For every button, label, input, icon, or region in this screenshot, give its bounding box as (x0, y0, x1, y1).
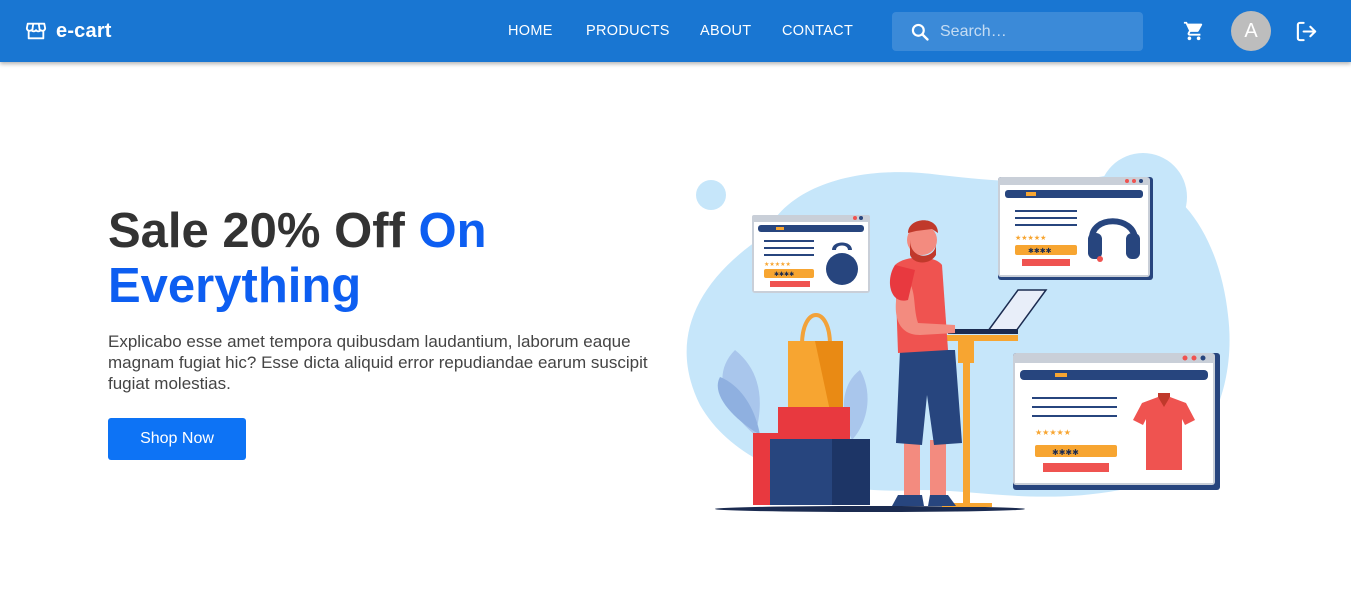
app-bar: e-cart HOME PRODUCTS ABOUT CONTACT A (0, 0, 1351, 62)
navy-box-side (832, 439, 870, 505)
card-rating-stars: ★★★★★ (1015, 234, 1046, 242)
brand[interactable]: e-cart (25, 19, 112, 43)
brand-name: e-cart (56, 19, 112, 42)
storefront-icon (25, 22, 47, 40)
desk-joint (958, 341, 974, 363)
hero-title: Sale 20% Off On Everything (108, 204, 668, 314)
hero-description: Explicabo esse amet tempora quibusdam la… (108, 332, 648, 393)
person-shoe-left (892, 495, 924, 506)
product-card-shirt: ★★★★★ ✱✱✱✱ (1013, 353, 1220, 490)
cart-icon[interactable] (1183, 20, 1205, 42)
shop-now-button[interactable]: Shop Now (108, 418, 246, 460)
search-icon (911, 23, 929, 41)
avatar[interactable]: A (1231, 11, 1271, 51)
card-rating-stars: ★★★★★ (764, 261, 791, 268)
nav-products[interactable]: PRODUCTS (586, 23, 670, 39)
laptop-base (948, 329, 1018, 334)
person-leg-right (930, 440, 946, 498)
card-code-stars: ✱✱✱✱ (774, 271, 794, 278)
product-card-kettlebell: ★★★★★ ✱✱✱✱ (752, 215, 870, 293)
search-box (892, 12, 1143, 51)
desk-stand (963, 341, 970, 506)
hero-title-main: Sale 20% Off (108, 204, 405, 258)
nav-contact[interactable]: CONTACT (782, 23, 853, 39)
logout-icon[interactable] (1295, 20, 1318, 43)
bubble-small (696, 180, 726, 210)
card-code-stars: ✱✱✱✱ (1052, 448, 1079, 457)
product-card-headphones: ★★★★★ ✱✱✱✱ (998, 177, 1153, 280)
nav-home[interactable]: HOME (508, 23, 553, 39)
person-shoe-right (928, 495, 956, 506)
nav-about[interactable]: ABOUT (700, 23, 751, 39)
search-input[interactable] (940, 12, 1135, 51)
card-code-stars: ✱✱✱✱ (1028, 247, 1052, 255)
card-rating-stars: ★★★★★ (1035, 428, 1071, 437)
shopping-illustration: ★★★★★ ✱✱✱✱ ★★★★★ ✱✱✱✱ ★★★★★ ✱✱✱✱ (686, 153, 1230, 512)
person-leg-left (904, 440, 920, 498)
